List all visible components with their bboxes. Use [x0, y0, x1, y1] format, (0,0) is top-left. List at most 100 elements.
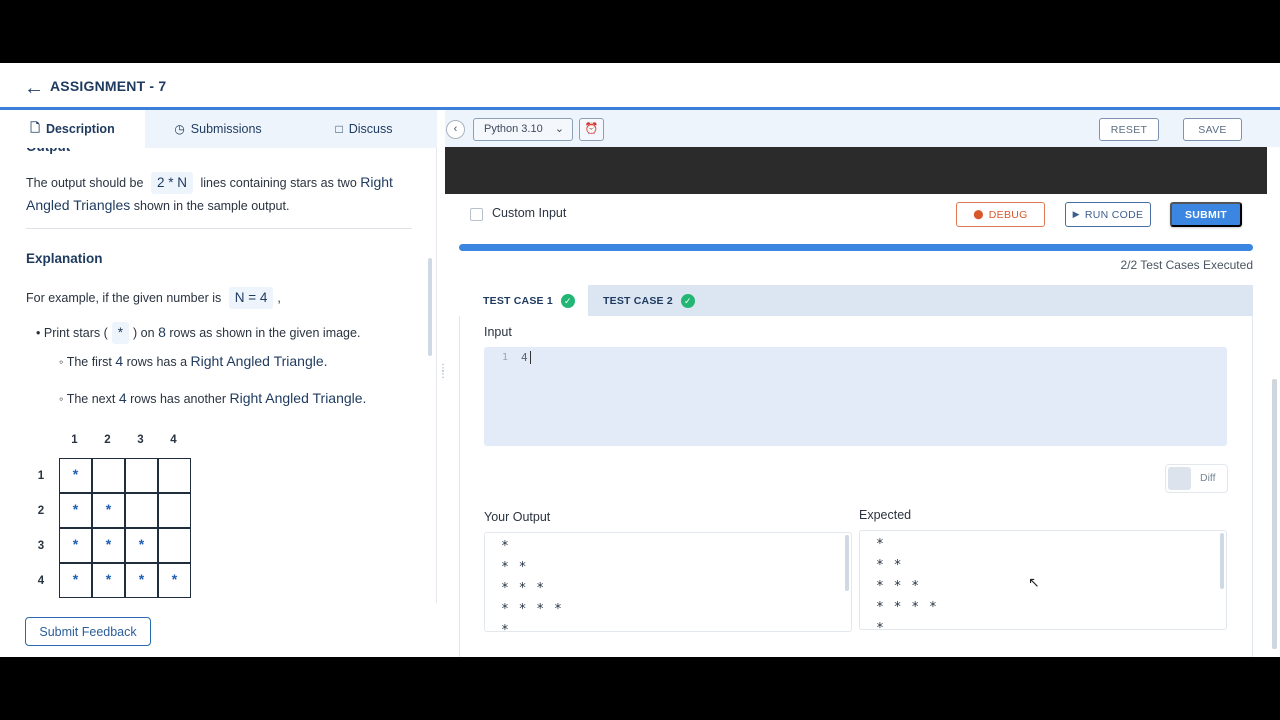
- grid-cell: [158, 528, 191, 563]
- test-case-1-label: TEST CASE 1: [483, 294, 553, 307]
- output-expr: 2 * N: [150, 172, 193, 194]
- grid-row-header: 1: [37, 470, 45, 482]
- grid-cell: *: [59, 493, 92, 528]
- right-scrollbar[interactable]: [1272, 379, 1277, 649]
- sub-2-num: 4: [118, 390, 127, 406]
- example-text: For example, if the given number is: [26, 291, 222, 305]
- bullet-1-num: 8: [158, 324, 166, 340]
- expected-label: Expected: [859, 508, 912, 522]
- grid-col-header: 1: [71, 434, 78, 446]
- debug-button[interactable]: ⬤ DEBUG: [956, 202, 1045, 227]
- custom-input-label: Custom Input: [492, 206, 567, 220]
- your-output-label: Your Output: [484, 510, 551, 524]
- example-expr: N = 4: [228, 287, 274, 309]
- expected-output-box[interactable]: * * * * * * * * * * *: [859, 530, 1227, 630]
- bullet-1-pre: Print stars (: [43, 326, 108, 340]
- output-heading: Output: [26, 148, 70, 158]
- your-output-box[interactable]: * * * * * * * * * * *: [484, 532, 852, 632]
- panel-resize-handle[interactable]: ⋮ ⋮: [438, 364, 448, 398]
- save-button[interactable]: SAVE: [1183, 118, 1242, 141]
- left-tab-bar: 🗋 Description ◷ Submissions □ Discuss: [0, 110, 437, 148]
- arrow-left-icon[interactable]: ←: [24, 77, 44, 100]
- tab-discuss-label: Discuss: [348, 122, 393, 136]
- tab-submissions[interactable]: ◷ Submissions: [145, 110, 291, 148]
- sub-1-pre: The first: [66, 355, 112, 369]
- chat-icon: □: [335, 122, 343, 136]
- page-title: ASSIGNMENT - 7: [50, 78, 167, 94]
- sub-1-num: 4: [115, 353, 124, 369]
- diff-toggle[interactable]: Diff: [1165, 464, 1228, 493]
- test-input-value: 4: [521, 351, 531, 364]
- tab-discuss[interactable]: □ Discuss: [291, 110, 437, 148]
- grid-cell: *: [125, 528, 158, 563]
- sub-1-mid: rows has a: [126, 355, 188, 369]
- language-select[interactable]: Python 3.10 ⌄: [473, 118, 573, 141]
- output-scrollbar[interactable]: [845, 535, 849, 591]
- section-divider: [26, 228, 412, 229]
- run-code-button[interactable]: ▶ RUN CODE: [1065, 202, 1151, 227]
- bullet-1: • Print stars (*) on 8 rows as shown in …: [36, 321, 360, 344]
- submit-feedback-button[interactable]: Submit Feedback: [25, 617, 151, 646]
- sub-bullet-1: ◦ The first 4 rows has a Right Angled Tr…: [59, 350, 328, 373]
- expected-line: * * * *: [876, 600, 938, 615]
- tab-test-case-2[interactable]: TEST CASE 2 ✓: [588, 285, 708, 316]
- play-icon: ▶: [1072, 209, 1080, 219]
- grid-cell: *: [92, 493, 125, 528]
- alarm-icon[interactable]: ⏰: [579, 118, 604, 141]
- test-cases-executed-text: 2/2 Test Cases Executed: [1120, 258, 1253, 272]
- tab-description[interactable]: 🗋 Description: [0, 110, 145, 148]
- expected-scrollbar[interactable]: [1220, 533, 1224, 589]
- expected-line: * * *: [876, 579, 921, 594]
- test-case-tab-bar: TEST CASE 1 ✓ TEST CASE 2 ✓: [459, 285, 1253, 316]
- sub-1-hl: Right Angled Triangle.: [190, 353, 328, 369]
- diff-switch[interactable]: [1168, 467, 1191, 490]
- grid-cell: [158, 458, 191, 493]
- check-circle-icon: ✓: [680, 293, 695, 308]
- check-circle-icon: ✓: [560, 293, 575, 308]
- custom-input-checkbox[interactable]: [470, 208, 483, 221]
- input-label: Input: [484, 325, 512, 339]
- output-line: * * * *: [501, 602, 563, 617]
- submit-button[interactable]: SUBMIT: [1170, 202, 1242, 227]
- grid-cell: [125, 458, 158, 493]
- expected-line: *: [876, 537, 885, 552]
- output-highlight-2: Angled Triangles: [26, 197, 131, 213]
- grid-cell: [125, 493, 158, 528]
- output-line: *: [501, 539, 510, 554]
- reset-button[interactable]: RESET: [1099, 118, 1159, 141]
- tab-test-case-1[interactable]: TEST CASE 1 ✓: [459, 285, 588, 316]
- tab-submissions-label: Submissions: [190, 122, 262, 136]
- chevron-left-icon[interactable]: ‹: [446, 120, 465, 139]
- output-line: * *: [501, 560, 528, 575]
- bullet-1-star: *: [111, 322, 130, 344]
- code-editor[interactable]: [445, 147, 1267, 194]
- grid-row-header: 4: [37, 575, 45, 587]
- grid-cell: *: [92, 563, 125, 598]
- sub-bullet-dot: ◦: [59, 392, 64, 406]
- grid-row-header: 3: [37, 540, 45, 552]
- diff-label: Diff: [1200, 472, 1216, 484]
- sub-2-pre: The next: [66, 392, 116, 406]
- app-screen: ← ASSIGNMENT - 7 🗋 Description ◷ Submiss…: [0, 63, 1280, 657]
- output-line: *: [501, 623, 510, 632]
- mouse-cursor-icon: ↖: [1028, 574, 1040, 590]
- test-input-field[interactable]: 1 4: [484, 347, 1227, 446]
- tab-description-label: Description: [45, 122, 115, 136]
- chevron-down-icon: ⌄: [554, 123, 564, 135]
- file-icon: 🗋: [30, 120, 40, 135]
- grid-cell: *: [158, 563, 191, 598]
- test-progress-bar: [459, 244, 1253, 251]
- grid-col-header: 4: [170, 434, 177, 446]
- grid-cell: [158, 493, 191, 528]
- grid-cell: *: [92, 528, 125, 563]
- bullet-dot: •: [36, 326, 41, 340]
- sub-bullet-2: ◦ The next 4 rows has another Right Angl…: [59, 387, 366, 410]
- sub-2-hl: Right Angled Triangle.: [229, 390, 367, 406]
- grid-row-header: 2: [37, 505, 45, 517]
- bullet-1-mid: ) on: [133, 326, 155, 340]
- sub-2-mid: rows has another: [130, 392, 226, 406]
- output-text-2: lines containing stars as two: [200, 176, 357, 190]
- clock-icon: ◷: [174, 122, 185, 136]
- expected-line: *: [876, 621, 885, 630]
- description-scrollbar[interactable]: [428, 258, 432, 356]
